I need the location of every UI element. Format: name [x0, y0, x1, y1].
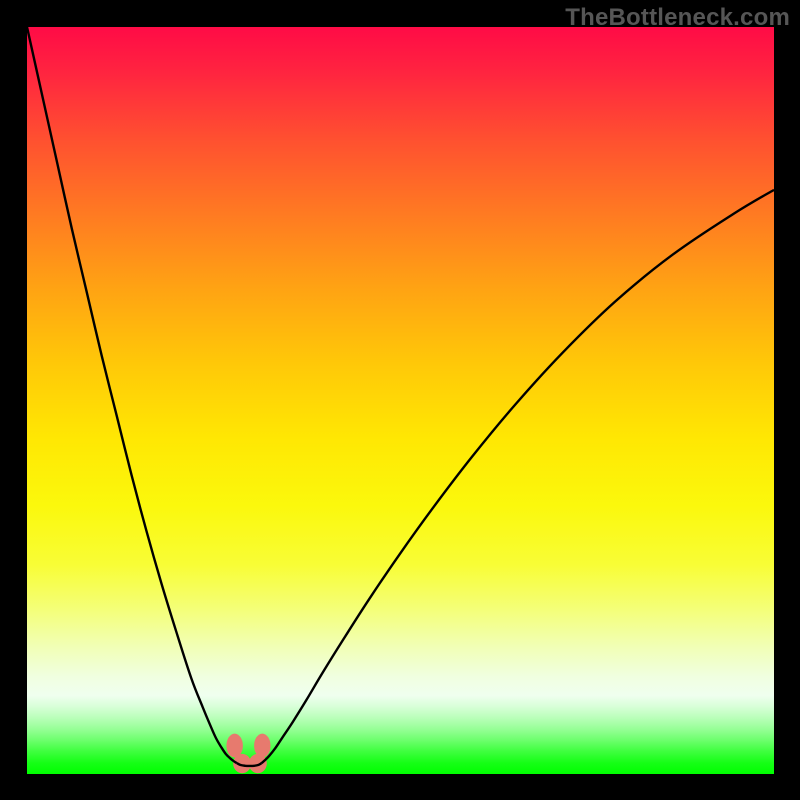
left-blob-upper: [226, 734, 242, 758]
marker-group: [226, 734, 270, 774]
curve-right: [262, 190, 774, 763]
curve-left: [27, 27, 237, 763]
plot-area: [27, 27, 774, 774]
chart-frame: TheBottleneck.com: [0, 0, 800, 800]
curve-svg: [27, 27, 774, 774]
right-blob-upper: [254, 734, 270, 758]
watermark-text: TheBottleneck.com: [565, 4, 790, 32]
